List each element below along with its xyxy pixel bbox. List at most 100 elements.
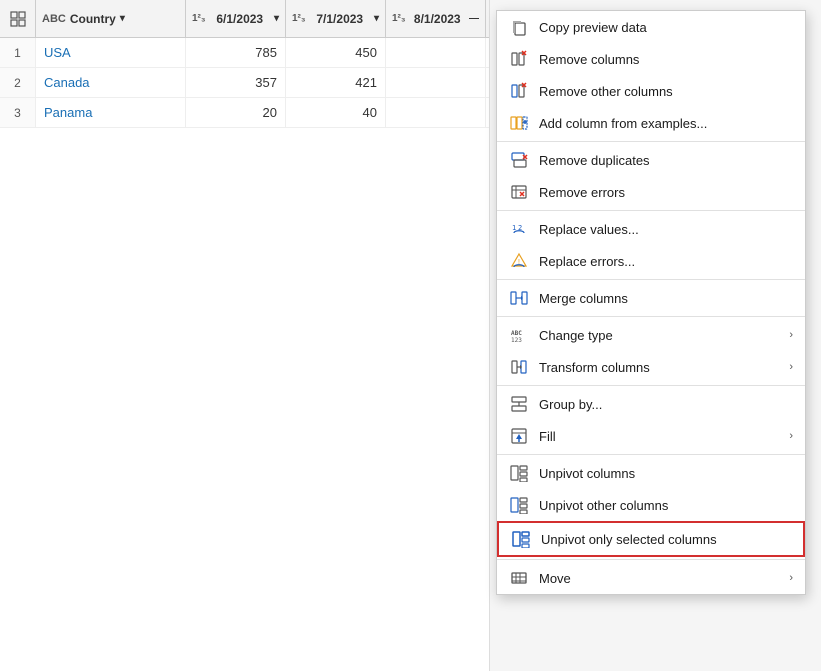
menu-item-remove-duplicates[interactable]: Remove duplicates — [497, 144, 805, 176]
cell-d1-1: 785 — [186, 38, 286, 67]
cell-d1-3: 20 — [186, 98, 286, 127]
table-row: 1 USA 785 450 — [0, 38, 489, 68]
arrow-change-type: › — [789, 329, 793, 341]
table-row: 3 Panama 20 40 — [0, 98, 489, 128]
table-header: ABC Country ▾ 1²₃ 6/1/2023 ▾ 1²₃ 7/1/202… — [0, 0, 489, 38]
separator-3 — [497, 279, 805, 280]
col-header-date1[interactable]: 1²₃ 6/1/2023 ▾ — [186, 0, 286, 37]
col-label-date2: 7/1/2023 — [316, 12, 363, 26]
menu-item-fill[interactable]: Fill › — [497, 420, 805, 452]
col-type-date2: 1²₃ — [292, 14, 306, 24]
svg-text:ABC: ABC — [511, 330, 522, 337]
unpivot-icon — [509, 463, 529, 483]
col-type-icon: ABC — [42, 13, 66, 25]
menu-label-remove-duplicates: Remove duplicates — [539, 153, 793, 168]
menu-item-remove-other-columns[interactable]: Remove other columns — [497, 75, 805, 107]
menu-label-fill: Fill — [539, 429, 779, 444]
add-col-icon — [509, 113, 529, 133]
separator-6 — [497, 454, 805, 455]
table-container: ABC Country ▾ 1²₃ 6/1/2023 ▾ 1²₃ 7/1/202… — [0, 0, 490, 671]
menu-label-merge-columns: Merge columns — [539, 291, 793, 306]
menu-label-change-type: Change type — [539, 328, 779, 343]
menu-item-unpivot-columns[interactable]: Unpivot columns — [497, 457, 805, 489]
svg-text:123: 123 — [511, 337, 522, 344]
menu-item-merge-columns[interactable]: Merge columns — [497, 282, 805, 314]
menu-label-remove-other-columns: Remove other columns — [539, 84, 793, 99]
col-type-date1: 1²₃ — [192, 14, 206, 24]
separator-7 — [497, 559, 805, 560]
cell-rownum-1: 1 — [0, 38, 36, 67]
replace-val-icon: 1 2 — [509, 219, 529, 239]
menu-item-remove-columns[interactable]: Remove columns — [497, 43, 805, 75]
cell-d2-1: 450 — [286, 38, 386, 67]
menu-label-unpivot-other-columns: Unpivot other columns — [539, 498, 793, 513]
remove-other-cols-icon — [509, 81, 529, 101]
menu-item-add-column[interactable]: Add column from examples... — [497, 107, 805, 139]
menu-item-transform-columns[interactable]: Transform columns › — [497, 351, 805, 383]
cell-rownum-3: 3 — [0, 98, 36, 127]
menu-item-unpivot-other-columns[interactable]: Unpivot other columns — [497, 489, 805, 521]
menu-item-group-by[interactable]: Group by... — [497, 388, 805, 420]
menu-item-move[interactable]: Move › — [497, 562, 805, 594]
cell-rownum-2: 2 — [0, 68, 36, 97]
separator-4 — [497, 316, 805, 317]
transform-icon — [509, 357, 529, 377]
menu-label-replace-values: Replace values... — [539, 222, 793, 237]
cell-country-2: Canada — [36, 68, 186, 97]
menu-item-copy-preview[interactable]: Copy preview data — [497, 11, 805, 43]
menu-item-replace-errors[interactable]: ! Replace errors... — [497, 245, 805, 277]
cell-d3-1 — [386, 38, 486, 67]
arrow-transform: › — [789, 361, 793, 373]
remove-err-icon — [509, 182, 529, 202]
cell-d3-3 — [386, 98, 486, 127]
col-dropdown-date1[interactable]: ▾ — [274, 13, 279, 24]
menu-label-unpivot-columns: Unpivot columns — [539, 466, 793, 481]
menu-label-transform-columns: Transform columns — [539, 360, 779, 375]
change-type-icon: ABC 123 — [509, 325, 529, 345]
arrow-fill: › — [789, 430, 793, 442]
col-dropdown-date2[interactable]: ▾ — [374, 13, 379, 24]
context-menu: Copy preview data Remove columns Remove … — [496, 10, 806, 595]
move-icon — [509, 568, 529, 588]
group-icon — [509, 394, 529, 414]
cell-country-1: USA — [36, 38, 186, 67]
cell-d1-2: 357 — [186, 68, 286, 97]
remove-dup-icon — [509, 150, 529, 170]
cell-d2-3: 40 — [286, 98, 386, 127]
fill-icon — [509, 426, 529, 446]
menu-label-copy-preview: Copy preview data — [539, 20, 793, 35]
col-label-date1: 6/1/2023 — [216, 12, 263, 26]
arrow-move: › — [789, 572, 793, 584]
separator-2 — [497, 210, 805, 211]
col-type-date3: 1²₃ — [392, 14, 406, 24]
col-label-date3: 8/1/2023 — [414, 12, 461, 26]
menu-item-change-type[interactable]: ABC 123 Change type › — [497, 319, 805, 351]
cell-country-3: Panama — [36, 98, 186, 127]
cell-d2-2: 421 — [286, 68, 386, 97]
menu-label-group-by: Group by... — [539, 397, 793, 412]
col-dropdown-date3[interactable]: — — [469, 13, 479, 24]
col-header-country[interactable]: ABC Country ▾ — [36, 0, 186, 37]
menu-label-move: Move — [539, 571, 779, 586]
col-header-rownum — [0, 0, 36, 37]
merge-cols-icon — [509, 288, 529, 308]
col-dropdown-country[interactable]: ▾ — [120, 13, 125, 24]
col-header-date2[interactable]: 1²₃ 7/1/2023 ▾ — [286, 0, 386, 37]
remove-cols-icon — [509, 49, 529, 69]
col-label-country: Country — [70, 12, 116, 26]
menu-item-unpivot-selected[interactable]: Unpivot only selected columns — [497, 521, 805, 557]
menu-label-replace-errors: Replace errors... — [539, 254, 793, 269]
menu-label-remove-errors: Remove errors — [539, 185, 793, 200]
separator-1 — [497, 141, 805, 142]
unpivot-selected-icon — [511, 529, 531, 549]
replace-err-icon: ! — [509, 251, 529, 271]
col-header-date3[interactable]: 1²₃ 8/1/2023 — — [386, 0, 486, 37]
copy-icon — [509, 17, 529, 37]
cell-d3-2 — [386, 68, 486, 97]
menu-label-remove-columns: Remove columns — [539, 52, 793, 67]
menu-item-remove-errors[interactable]: Remove errors — [497, 176, 805, 208]
table-row: 2 Canada 357 421 — [0, 68, 489, 98]
menu-label-add-column: Add column from examples... — [539, 116, 793, 131]
menu-item-replace-values[interactable]: 1 2 Replace values... — [497, 213, 805, 245]
unpivot-other-icon — [509, 495, 529, 515]
